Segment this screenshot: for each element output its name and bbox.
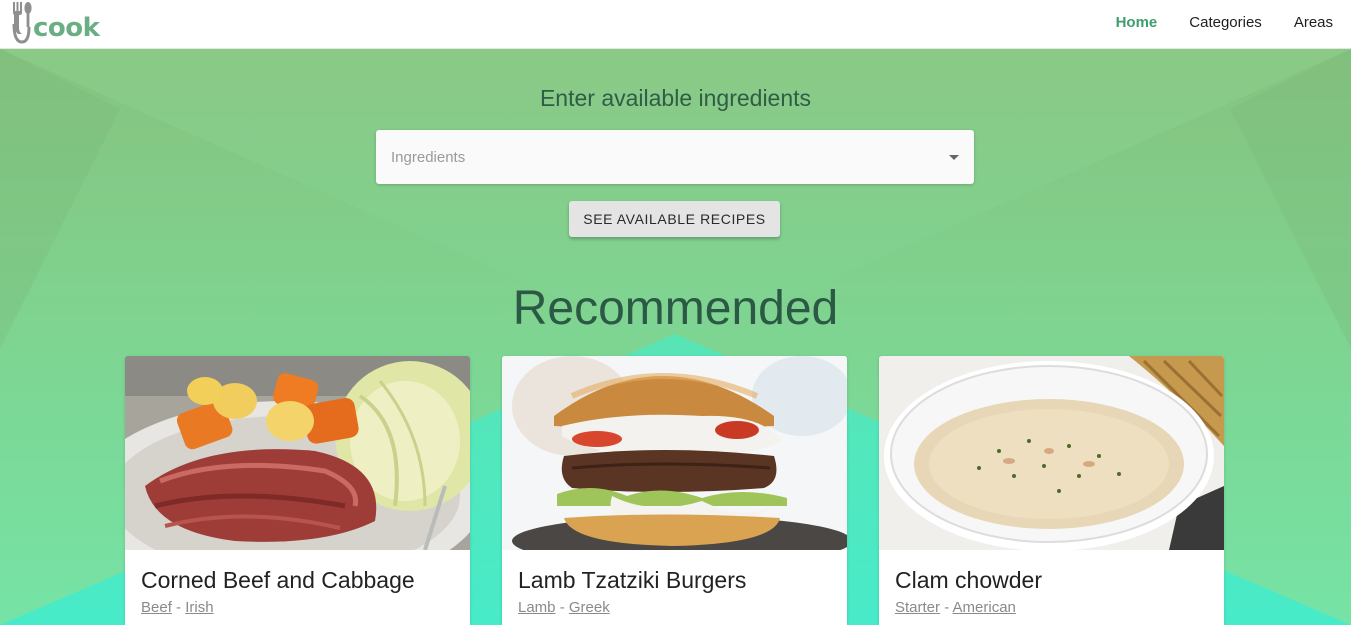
recipe-tags: Beef - Irish (141, 599, 214, 616)
see-available-recipes-button[interactable]: SEE AVAILABLE RECIPES (569, 201, 780, 237)
nav-areas[interactable]: Areas (1294, 14, 1333, 31)
recipe-card[interactable]: Lamb Tzatziki Burgers Lamb - Greek (502, 356, 847, 625)
nav-categories[interactable]: Categories (1189, 14, 1262, 31)
main-nav: Home Categories Areas (1116, 14, 1333, 31)
tag-separator: - (559, 599, 565, 616)
tag-separator: - (176, 599, 182, 616)
recipe-title[interactable]: Clam chowder (895, 567, 1042, 594)
ingredients-prompt: Enter available ingredients (539, 85, 812, 111)
hero-section: Enter available ingredients SEE AVAILABL… (0, 49, 1351, 625)
recipe-area-link[interactable]: Irish (185, 599, 213, 616)
dropdown-arrow-icon[interactable] (949, 155, 959, 160)
logo-text: cook (33, 13, 100, 43)
recipe-category-link[interactable]: Lamb (518, 599, 556, 616)
recipe-tags: Lamb - Greek (518, 599, 610, 616)
nav-home[interactable]: Home (1116, 14, 1158, 31)
tag-separator: - (944, 599, 950, 616)
recipe-image-clam-chowder[interactable] (879, 356, 1224, 550)
recipe-area-link[interactable]: American (953, 599, 1016, 616)
recommended-heading: Recommended (512, 282, 839, 335)
recipe-area-link[interactable]: Greek (569, 599, 610, 616)
recipe-title[interactable]: Lamb Tzatziki Burgers (518, 567, 746, 594)
recipe-image-lamb-burger[interactable] (502, 356, 847, 550)
top-navbar: cook Home Categories Areas (0, 0, 1351, 49)
recipe-tags: Starter - American (895, 599, 1016, 616)
recipe-category-link[interactable]: Starter (895, 599, 940, 616)
recipe-card[interactable]: Corned Beef and Cabbage Beef - Irish (125, 356, 470, 625)
recipe-image-corned-beef[interactable] (125, 356, 470, 550)
recipe-title[interactable]: Corned Beef and Cabbage (141, 567, 415, 594)
ucook-logo[interactable]: cook (10, 0, 102, 46)
recipe-card[interactable]: Clam chowder Starter - American (879, 356, 1224, 625)
recipe-category-link[interactable]: Beef (141, 599, 172, 616)
ingredients-select[interactable] (376, 130, 974, 184)
ingredients-input[interactable] (389, 145, 933, 169)
